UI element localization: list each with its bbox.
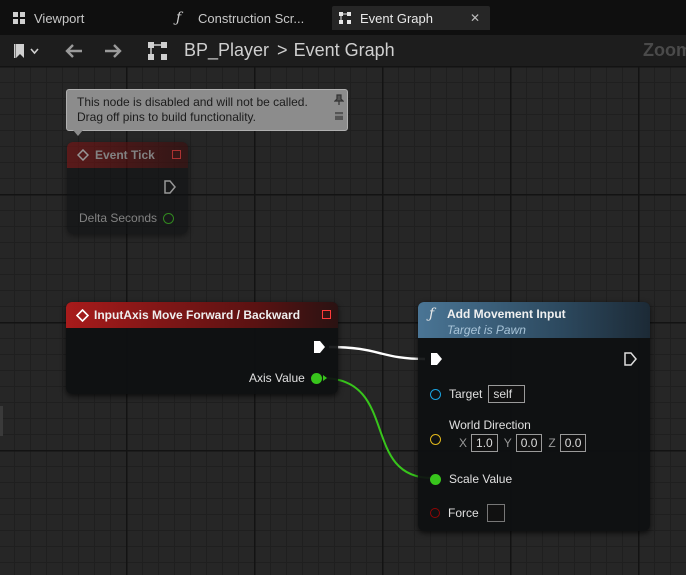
- vector-fields: X 1.0 Y 0.0 Z 0.0: [459, 434, 587, 452]
- float-wire: [321, 377, 433, 479]
- tooltip-line1: This node is disabled and will not be ca…: [77, 95, 308, 109]
- arrow-right-icon: [105, 43, 122, 58]
- object-pin-icon[interactable]: [430, 388, 441, 400]
- input-axis-node[interactable]: InputAxis Move Forward / Backward Axis V…: [66, 302, 338, 394]
- graph-type-icon-wrap: [147, 35, 169, 66]
- tab-construction-label: Construction Scr...: [198, 10, 305, 26]
- tooltip-stack-icon: [335, 112, 343, 120]
- x-input[interactable]: 1.0: [471, 434, 498, 452]
- tab-bar: Viewport ƒ Construction Scr... Event Gra…: [0, 0, 686, 35]
- breadcrumb-separator: >: [277, 40, 288, 60]
- world-direction-pin-row: World Direction X 1.0 Y 0.0 Z 0.0: [430, 418, 587, 452]
- graph-toolbar: BP_Player > Event Graph Zoom: [0, 35, 686, 67]
- function-icon: ƒ: [429, 306, 435, 322]
- tab-construction-script[interactable]: ƒ Construction Scr...: [168, 6, 328, 30]
- exec-out-pin[interactable]: [164, 180, 176, 194]
- delegate-pin-icon[interactable]: [172, 150, 181, 159]
- add-movement-subtitle: Target is Pawn: [447, 323, 526, 337]
- add-movement-input-node[interactable]: ƒ Add Movement Input Target is Pawn Targ…: [418, 302, 650, 531]
- exec-wire: [328, 345, 426, 361]
- vector-pin-icon[interactable]: [430, 434, 441, 445]
- back-button[interactable]: [64, 35, 84, 66]
- bookmark-dropdown[interactable]: [14, 35, 40, 66]
- x-label: X: [459, 436, 468, 450]
- delegate-pin-icon[interactable]: [322, 310, 331, 319]
- target-value[interactable]: self: [488, 385, 526, 403]
- event-diamond-icon: [77, 149, 89, 161]
- force-checkbox[interactable]: [486, 504, 505, 522]
- breadcrumb: BP_Player > Event Graph: [184, 35, 395, 66]
- close-icon[interactable]: ✕: [460, 11, 490, 25]
- force-label: Force: [448, 506, 479, 520]
- axis-value-pin-row: Axis Value: [249, 371, 327, 385]
- float-pin-icon[interactable]: [310, 372, 322, 384]
- z-label: Z: [548, 436, 556, 450]
- bool-pin-icon[interactable]: [430, 508, 440, 518]
- input-axis-header[interactable]: InputAxis Move Forward / Backward: [66, 302, 338, 328]
- delta-seconds-label: Delta Seconds: [79, 211, 158, 225]
- force-pin-row: Force: [430, 504, 505, 522]
- graph-icon: [339, 12, 351, 24]
- event-tick-node[interactable]: Event Tick Delta Seconds: [67, 142, 188, 234]
- y-label: Y: [503, 436, 512, 450]
- world-direction-block: World Direction X 1.0 Y 0.0 Z 0.0: [449, 418, 587, 452]
- viewport-grid-icon: [13, 12, 25, 24]
- float-pin-icon[interactable]: [163, 212, 175, 224]
- y-input[interactable]: 0.0: [515, 434, 543, 452]
- exec-out-pin[interactable]: [313, 340, 326, 354]
- exec-in-pin[interactable]: [430, 352, 443, 366]
- event-graph-canvas[interactable]: This node is disabled and will not be ca…: [0, 66, 686, 575]
- z-input[interactable]: 0.0: [559, 434, 587, 452]
- axis-value-label: Axis Value: [249, 371, 305, 385]
- event-diamond-icon: [76, 308, 89, 322]
- input-axis-title: InputAxis Move Forward / Backward: [94, 308, 301, 322]
- disabled-node-tooltip: This node is disabled and will not be ca…: [66, 89, 348, 136]
- function-icon: ƒ: [176, 10, 182, 26]
- delta-seconds-pin-row: Delta Seconds: [79, 211, 175, 225]
- arrow-left-icon: [65, 43, 82, 58]
- tab-viewport[interactable]: Viewport: [4, 6, 164, 30]
- exec-out-pin[interactable]: [624, 352, 637, 366]
- scale-value-pin-row: Scale Value: [430, 472, 512, 486]
- zoom-label: Zoom: [643, 40, 686, 60]
- tab-event-graph[interactable]: Event Graph ✕: [332, 6, 490, 30]
- scale-value-label: Scale Value: [449, 472, 513, 486]
- tab-event-graph-label: Event Graph: [360, 10, 433, 26]
- graph-icon: [148, 41, 167, 60]
- forward-button[interactable]: [103, 35, 123, 66]
- add-movement-title: Add Movement Input: [447, 307, 566, 321]
- pin-icon[interactable]: [334, 94, 344, 106]
- breadcrumb-graph[interactable]: Event Graph: [294, 40, 395, 61]
- event-tick-header[interactable]: Event Tick: [67, 142, 188, 168]
- target-pin-row: Target self: [430, 385, 526, 403]
- event-tick-title: Event Tick: [95, 148, 155, 162]
- tab-viewport-label: Viewport: [34, 10, 85, 26]
- scroll-handle[interactable]: [0, 406, 3, 436]
- float-pin-icon[interactable]: [430, 473, 441, 485]
- breadcrumb-blueprint[interactable]: BP_Player: [184, 40, 269, 61]
- pin-arrow-icon: [322, 375, 327, 381]
- tooltip-line2: Drag off pins to build functionality.: [77, 110, 256, 124]
- bookmark-icon: [14, 43, 39, 58]
- add-movement-header[interactable]: ƒ Add Movement Input Target is Pawn: [418, 302, 650, 338]
- target-label: Target: [449, 387, 483, 401]
- world-direction-label: World Direction: [449, 418, 531, 432]
